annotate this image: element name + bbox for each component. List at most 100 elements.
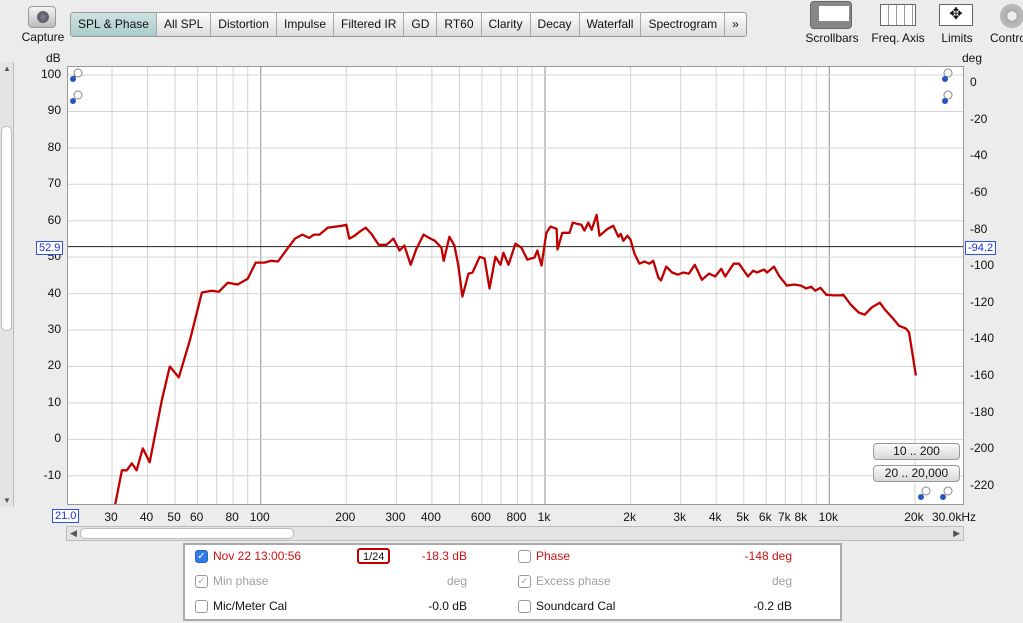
measurement-checkbox[interactable]: ✓ [195, 550, 208, 563]
zoom-in-icon[interactable] [70, 68, 84, 82]
y-tick-label: -10 [43, 467, 61, 482]
x-tick-label: 6k [758, 510, 772, 524]
spl-phase-graph[interactable] [67, 66, 964, 505]
y-tick-label: 100 [40, 67, 61, 81]
mic-cal-value: -0.0 dB [428, 599, 467, 613]
scrollbars-button[interactable]: Scrollbars [805, 0, 859, 45]
x-tick-label: 30.0kHz [931, 510, 977, 524]
min-phase-row: ✓ Min phase deg ✓ Excess phase deg [195, 571, 835, 591]
y2-tick-label: 0 [970, 75, 977, 90]
x-tick-label: 600 [470, 510, 491, 524]
tab-gd[interactable]: GD [404, 13, 438, 36]
controls-button[interactable]: Controls [990, 0, 1023, 45]
horizontal-scrollbar[interactable]: ◀ ▶ [66, 526, 964, 541]
freq-axis-label: Freq. Axis [871, 31, 925, 45]
phase-zoom-in-icon[interactable] [942, 68, 956, 82]
phase-checkbox[interactable] [518, 550, 531, 563]
left-axis-unit: dB [46, 51, 61, 65]
y-tick-label: 60 [47, 212, 61, 227]
x-tick-label: 300 [385, 510, 406, 524]
spl-curve [114, 213, 918, 504]
horizontal-scrollbar-thumb[interactable] [80, 528, 294, 539]
min-phase-value: deg [446, 574, 467, 588]
excess-phase-label: Excess phase [536, 574, 611, 588]
soundcard-cal-checkbox[interactable] [518, 600, 531, 613]
x-tick-label: 7k [777, 510, 791, 524]
tab-filtered-ir[interactable]: Filtered IR [334, 13, 405, 36]
capture-button[interactable]: Capture [20, 2, 66, 44]
soundcard-cal-value: -0.2 dB [753, 599, 792, 613]
x-tick-label: 60 [189, 510, 204, 524]
tab-clarity[interactable]: Clarity [482, 13, 531, 36]
cal-row: Mic/Meter Cal -0.0 dB Soundcard Cal -0.2… [195, 596, 835, 616]
min-phase-checkbox[interactable]: ✓ [195, 575, 208, 588]
camera-icon [28, 6, 56, 28]
range-10-200-button[interactable]: 10 .. 200 [873, 443, 960, 460]
soundcard-cal-label: Soundcard Cal [536, 599, 616, 613]
vertical-scrollbar[interactable]: ▲ ▼ [0, 62, 14, 507]
tab-decay[interactable]: Decay [531, 13, 580, 36]
phase-label: Phase [536, 549, 571, 563]
x-tick-label: 40 [139, 510, 154, 524]
capture-label: Capture [21, 30, 65, 44]
y2-tick-label: -20 [970, 111, 988, 126]
mic-cal-checkbox[interactable] [195, 600, 208, 613]
y-tick-label: 0 [54, 431, 61, 446]
freq-axis-icon [880, 4, 916, 26]
freq-axis-button[interactable]: Freq. Axis [868, 0, 928, 45]
tab-spl-phase[interactable]: SPL & Phase [71, 13, 157, 36]
tab-spectrogram[interactable]: Spectrogram [641, 13, 726, 36]
controls-label: Controls [990, 31, 1023, 45]
excess-phase-checkbox[interactable]: ✓ [518, 575, 531, 588]
x-tick-label: 400 [420, 510, 441, 524]
tab-impulse[interactable]: Impulse [277, 13, 335, 36]
y2-tick-label: -200 [970, 441, 995, 456]
zoom-out-icon[interactable] [70, 90, 84, 104]
y-tick-label: 70 [47, 176, 61, 191]
limits-button[interactable]: ✥ Limits [934, 0, 980, 45]
x-tick-label: 200 [335, 510, 356, 524]
mic-cal-label: Mic/Meter Cal [213, 599, 288, 613]
x-tick-label: 100 [249, 510, 270, 524]
y2-tick-label: -40 [970, 148, 988, 163]
x-tick-label: 800 [506, 510, 527, 524]
y2-tick-label: -100 [970, 258, 995, 273]
legend-panel: ✓ Nov 22 13:00:56 1/24 -18.3 dB Phase -1… [183, 543, 842, 621]
freq-zoom-out-icon[interactable] [940, 486, 954, 500]
right-axis-unit: deg [962, 51, 983, 65]
tab-rt60[interactable]: RT60 [437, 13, 482, 36]
tab-more[interactable]: » [725, 13, 746, 36]
x-tick-label: 4k [708, 510, 722, 524]
x-tick-label: 1k [537, 510, 551, 524]
x-start-readout: 21.0 [52, 509, 80, 523]
y2-tick-label: -60 [970, 184, 988, 199]
range-20-20000-button[interactable]: 20 .. 20,000 [873, 465, 960, 482]
y2-tick-label: -80 [970, 221, 988, 236]
tab-waterfall[interactable]: Waterfall [580, 13, 642, 36]
vertical-scrollbar-thumb[interactable] [1, 126, 12, 331]
y-tick-label: 80 [47, 139, 61, 154]
cursor-left-readout: 52.9 [36, 241, 64, 255]
y-tick-label: 90 [47, 103, 61, 118]
y2-tick-label: -220 [970, 477, 995, 492]
x-tick-label: 3k [673, 510, 687, 524]
excess-phase-value: deg [771, 574, 792, 588]
tab-distortion[interactable]: Distortion [211, 13, 277, 36]
y-tick-label: 20 [47, 358, 61, 373]
scrollbars-icon [810, 1, 852, 29]
min-phase-label: Min phase [213, 574, 269, 588]
phase-zoom-out-icon[interactable] [942, 90, 956, 104]
measurement-name: Nov 22 13:00:56 [213, 549, 302, 563]
freq-zoom-in-icon[interactable] [918, 486, 932, 500]
y2-tick-label: -120 [970, 294, 995, 309]
phase-value: -148 deg [744, 549, 792, 563]
x-tick-label: 8k [794, 510, 808, 524]
gear-icon [1000, 4, 1023, 28]
x-tick-label: 80 [225, 510, 239, 524]
limits-icon: ✥ [939, 4, 973, 26]
y2-tick-label: -140 [970, 331, 995, 346]
x-tick-label: 20k [904, 510, 924, 524]
x-tick-label: 30 [104, 510, 118, 524]
tab-all-spl[interactable]: All SPL [157, 13, 212, 36]
scrollbars-label: Scrollbars [805, 31, 859, 45]
